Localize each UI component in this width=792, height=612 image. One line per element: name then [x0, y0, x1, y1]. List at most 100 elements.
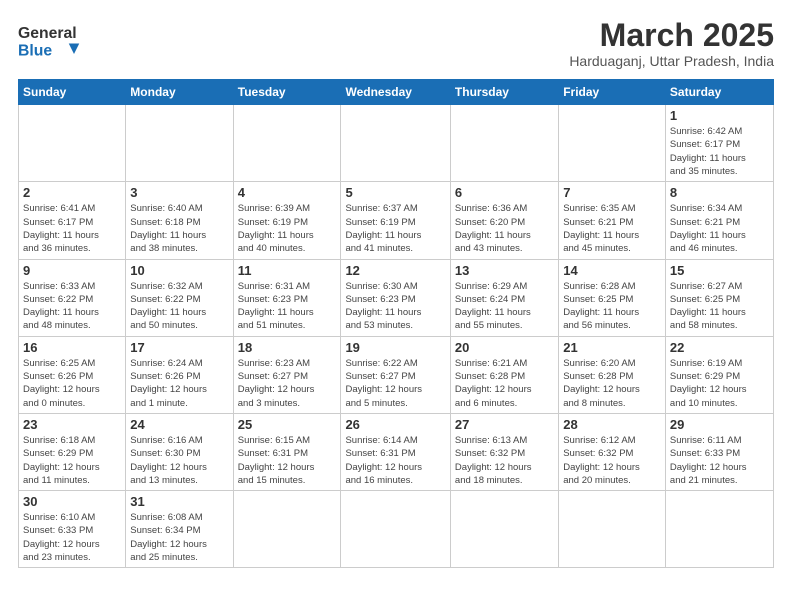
day-info: Sunrise: 6:35 AM Sunset: 6:21 PM Dayligh…	[563, 202, 661, 255]
table-row: 1 Sunrise: 6:42 AM Sunset: 6:17 PM Daylig…	[665, 105, 773, 182]
header-wednesday: Wednesday	[341, 80, 450, 105]
header-friday: Friday	[559, 80, 666, 105]
table-row	[341, 105, 450, 182]
table-row: 7 Sunrise: 6:35 AM Sunset: 6:21 PM Daylig…	[559, 182, 666, 259]
day-info: Sunrise: 6:12 AM Sunset: 6:32 PM Dayligh…	[563, 434, 661, 487]
day-number: 21	[563, 340, 661, 355]
day-info: Sunrise: 6:11 AM Sunset: 6:33 PM Dayligh…	[670, 434, 769, 487]
day-info: Sunrise: 6:25 AM Sunset: 6:26 PM Dayligh…	[23, 357, 121, 410]
day-info: Sunrise: 6:29 AM Sunset: 6:24 PM Dayligh…	[455, 280, 554, 333]
table-row: 27Sunrise: 6:13 AM Sunset: 6:32 PM Dayli…	[450, 413, 558, 490]
day-info: Sunrise: 6:30 AM Sunset: 6:23 PM Dayligh…	[345, 280, 445, 333]
day-info: Sunrise: 6:39 AM Sunset: 6:19 PM Dayligh…	[238, 202, 337, 255]
table-row	[233, 105, 341, 182]
day-number: 1	[670, 108, 769, 123]
day-info: Sunrise: 6:27 AM Sunset: 6:25 PM Dayligh…	[670, 280, 769, 333]
table-row: 8Sunrise: 6:34 AM Sunset: 6:21 PM Daylig…	[665, 182, 773, 259]
table-row: 10Sunrise: 6:32 AM Sunset: 6:22 PM Dayli…	[126, 259, 233, 336]
day-number: 17	[130, 340, 228, 355]
table-row	[450, 105, 558, 182]
calendar-table: Sunday Monday Tuesday Wednesday Thursday…	[18, 79, 774, 568]
day-number: 22	[670, 340, 769, 355]
day-number: 8	[670, 185, 769, 200]
day-number: 14	[563, 263, 661, 278]
table-row: 15 Sunrise: 6:27 AM Sunset: 6:25 PM Dayli…	[665, 259, 773, 336]
table-row: 20 Sunrise: 6:21 AM Sunset: 6:28 PM Dayli…	[450, 336, 558, 413]
day-number: 11	[238, 263, 337, 278]
day-info: Sunrise: 6:32 AM Sunset: 6:22 PM Dayligh…	[130, 280, 228, 333]
table-row	[665, 491, 773, 568]
day-info: Sunrise: 6:18 AM Sunset: 6:29 PM Dayligh…	[23, 434, 121, 487]
day-number: 24	[130, 417, 228, 432]
table-row: 16Sunrise: 6:25 AM Sunset: 6:26 PM Dayli…	[19, 336, 126, 413]
day-number: 19	[345, 340, 445, 355]
table-row: 4 Sunrise: 6:39 AM Sunset: 6:19 PM Daylig…	[233, 182, 341, 259]
table-row: 12 Sunrise: 6:30 AM Sunset: 6:23 PM Dayli…	[341, 259, 450, 336]
table-row: 2 Sunrise: 6:41 AM Sunset: 6:17 PM Daylig…	[19, 182, 126, 259]
day-info: Sunrise: 6:36 AM Sunset: 6:20 PM Dayligh…	[455, 202, 554, 255]
day-number: 13	[455, 263, 554, 278]
day-info: Sunrise: 6:21 AM Sunset: 6:28 PM Dayligh…	[455, 357, 554, 410]
table-row	[559, 105, 666, 182]
day-number: 4	[238, 185, 337, 200]
location-subtitle: Harduaganj, Uttar Pradesh, India	[569, 53, 774, 69]
table-row	[341, 491, 450, 568]
header: General Blue March 2025 Harduaganj, Utta…	[18, 18, 774, 69]
table-row: 28Sunrise: 6:12 AM Sunset: 6:32 PM Dayli…	[559, 413, 666, 490]
table-row	[559, 491, 666, 568]
table-row: 19 Sunrise: 6:22 AM Sunset: 6:27 PM Dayli…	[341, 336, 450, 413]
day-info: Sunrise: 6:33 AM Sunset: 6:22 PM Dayligh…	[23, 280, 121, 333]
header-monday: Monday	[126, 80, 233, 105]
calendar-row: 16Sunrise: 6:25 AM Sunset: 6:26 PM Dayli…	[19, 336, 774, 413]
table-row: 21 Sunrise: 6:20 AM Sunset: 6:28 PM Dayli…	[559, 336, 666, 413]
table-row: 22 Sunrise: 6:19 AM Sunset: 6:29 PM Dayli…	[665, 336, 773, 413]
table-row: 9 Sunrise: 6:33 AM Sunset: 6:22 PM Daylig…	[19, 259, 126, 336]
header-thursday: Thursday	[450, 80, 558, 105]
day-info: Sunrise: 6:22 AM Sunset: 6:27 PM Dayligh…	[345, 357, 445, 410]
day-info: Sunrise: 6:24 AM Sunset: 6:26 PM Dayligh…	[130, 357, 228, 410]
table-row: 11Sunrise: 6:31 AM Sunset: 6:23 PM Dayli…	[233, 259, 341, 336]
svg-text:General: General	[18, 25, 77, 42]
day-number: 30	[23, 494, 121, 509]
calendar-row: 1 Sunrise: 6:42 AM Sunset: 6:17 PM Daylig…	[19, 105, 774, 182]
title-area: March 2025 Harduaganj, Uttar Pradesh, In…	[569, 18, 774, 69]
table-row: 17 Sunrise: 6:24 AM Sunset: 6:26 PM Dayli…	[126, 336, 233, 413]
table-row: 5 Sunrise: 6:37 AM Sunset: 6:19 PM Daylig…	[341, 182, 450, 259]
day-number: 26	[345, 417, 445, 432]
svg-text:Blue: Blue	[18, 43, 52, 60]
day-info: Sunrise: 6:08 AM Sunset: 6:34 PM Dayligh…	[130, 511, 228, 564]
table-row: 23Sunrise: 6:18 AM Sunset: 6:29 PM Dayli…	[19, 413, 126, 490]
day-number: 15	[670, 263, 769, 278]
day-number: 2	[23, 185, 121, 200]
header-saturday: Saturday	[665, 80, 773, 105]
logo-svg: General Blue	[18, 18, 88, 68]
calendar-row: 30 Sunrise: 6:10 AM Sunset: 6:33 PM Dayli…	[19, 491, 774, 568]
day-info: Sunrise: 6:19 AM Sunset: 6:29 PM Dayligh…	[670, 357, 769, 410]
table-row: 6Sunrise: 6:36 AM Sunset: 6:20 PM Daylig…	[450, 182, 558, 259]
day-number: 9	[23, 263, 121, 278]
day-info: Sunrise: 6:23 AM Sunset: 6:27 PM Dayligh…	[238, 357, 337, 410]
day-number: 3	[130, 185, 228, 200]
day-info: Sunrise: 6:41 AM Sunset: 6:17 PM Dayligh…	[23, 202, 121, 255]
day-info: Sunrise: 6:42 AM Sunset: 6:17 PM Dayligh…	[670, 125, 769, 178]
day-info: Sunrise: 6:37 AM Sunset: 6:19 PM Dayligh…	[345, 202, 445, 255]
day-info: Sunrise: 6:10 AM Sunset: 6:33 PM Dayligh…	[23, 511, 121, 564]
day-info: Sunrise: 6:28 AM Sunset: 6:25 PM Dayligh…	[563, 280, 661, 333]
day-number: 5	[345, 185, 445, 200]
table-row	[233, 491, 341, 568]
table-row: 30 Sunrise: 6:10 AM Sunset: 6:33 PM Dayli…	[19, 491, 126, 568]
table-row: 29Sunrise: 6:11 AM Sunset: 6:33 PM Dayli…	[665, 413, 773, 490]
table-row: 31Sunrise: 6:08 AM Sunset: 6:34 PM Dayli…	[126, 491, 233, 568]
day-number: 12	[345, 263, 445, 278]
day-number: 20	[455, 340, 554, 355]
day-number: 7	[563, 185, 661, 200]
day-info: Sunrise: 6:14 AM Sunset: 6:31 PM Dayligh…	[345, 434, 445, 487]
table-row: 18 Sunrise: 6:23 AM Sunset: 6:27 PM Dayli…	[233, 336, 341, 413]
day-number: 18	[238, 340, 337, 355]
day-number: 27	[455, 417, 554, 432]
day-info: Sunrise: 6:20 AM Sunset: 6:28 PM Dayligh…	[563, 357, 661, 410]
calendar-row: 9 Sunrise: 6:33 AM Sunset: 6:22 PM Daylig…	[19, 259, 774, 336]
header-tuesday: Tuesday	[233, 80, 341, 105]
table-row: 14 Sunrise: 6:28 AM Sunset: 6:25 PM Dayli…	[559, 259, 666, 336]
day-info: Sunrise: 6:15 AM Sunset: 6:31 PM Dayligh…	[238, 434, 337, 487]
